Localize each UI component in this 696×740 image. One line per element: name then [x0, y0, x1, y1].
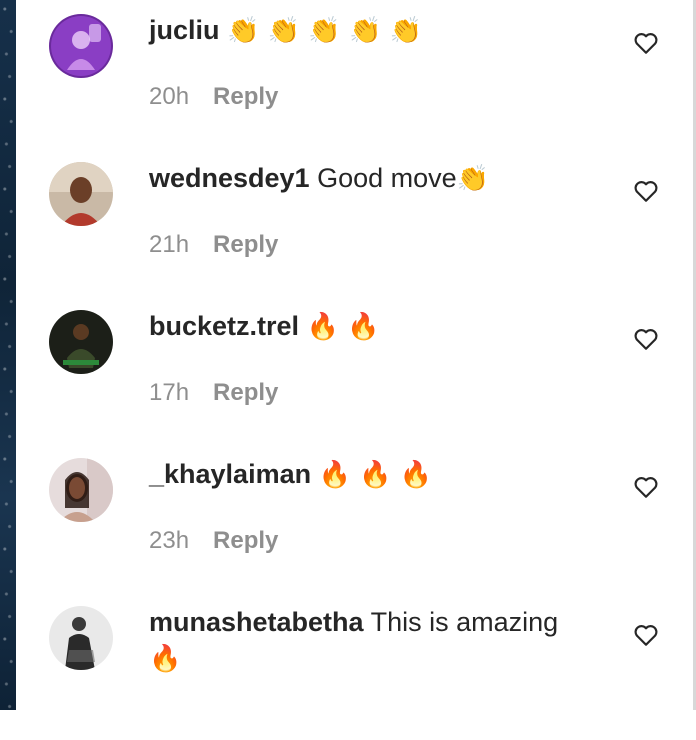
reply-button[interactable]: Reply — [213, 527, 278, 555]
comment-text: bucketz.trel 🔥 🔥 — [149, 308, 619, 345]
comment-body: This is amazing — [363, 607, 559, 637]
heart-outline-icon[interactable] — [633, 178, 659, 204]
comment-timestamp: 21h — [149, 231, 190, 258]
comment-username[interactable]: munashetabetha — [149, 607, 364, 637]
clap-emoji: 👏 👏 👏 👏 👏 — [227, 16, 422, 46]
comment-meta: 17h Reply — [149, 379, 278, 407]
comment-username[interactable]: jucliu — [149, 15, 220, 45]
avatar[interactable] — [49, 310, 113, 374]
background-edge-left — [0, 0, 16, 710]
comment-username[interactable]: bucketz.trel — [149, 311, 299, 341]
fire-emoji: 🔥 🔥 — [306, 312, 380, 342]
fire-emoji: 🔥 🔥 🔥 — [318, 460, 433, 490]
comment-item: jucliu 👏 👏 👏 👏 👏 20h Reply — [16, 0, 692, 148]
comment-meta: 21h Reply — [149, 231, 278, 259]
heart-outline-icon[interactable] — [633, 326, 659, 352]
comment-meta: 23h Reply — [149, 527, 278, 555]
reply-button[interactable]: Reply — [213, 83, 278, 111]
reply-button[interactable]: Reply — [213, 231, 278, 259]
heart-outline-icon[interactable] — [633, 474, 659, 500]
avatar[interactable] — [49, 162, 113, 226]
comment-body: Good move — [309, 163, 457, 193]
comment-timestamp: 17h — [149, 379, 190, 406]
heart-outline-icon[interactable] — [633, 30, 659, 56]
avatar[interactable] — [49, 458, 113, 522]
fire-emoji: 🔥 — [149, 644, 182, 674]
comment-text: _khaylaiman 🔥 🔥 🔥 — [149, 456, 619, 493]
comment-text: jucliu 👏 👏 👏 👏 👏 — [149, 12, 619, 49]
comment-item: bucketz.trel 🔥 🔥 17h Reply — [16, 296, 692, 444]
avatar[interactable] — [49, 606, 113, 670]
heart-outline-icon[interactable] — [633, 622, 659, 648]
reply-button[interactable]: Reply — [213, 379, 278, 407]
comment-item: _khaylaiman 🔥 🔥 🔥 23h Reply — [16, 444, 692, 592]
comment-item: munashetabetha This is amazing 🔥 — [16, 592, 692, 740]
comment-username[interactable]: _khaylaiman — [149, 459, 311, 489]
clap-emoji: 👏 — [456, 164, 490, 194]
comment-item: wednesdey1 Good move👏 21h Reply — [16, 148, 692, 296]
avatar[interactable] — [49, 14, 113, 78]
comment-meta: 20h Reply — [149, 83, 278, 111]
comment-username[interactable]: wednesdey1 — [149, 163, 310, 193]
comment-text: munashetabetha This is amazing 🔥 — [149, 604, 619, 677]
comment-timestamp: 23h — [149, 527, 190, 554]
comment-timestamp: 20h — [149, 83, 190, 110]
comment-text: wednesdey1 Good move👏 — [149, 160, 619, 197]
